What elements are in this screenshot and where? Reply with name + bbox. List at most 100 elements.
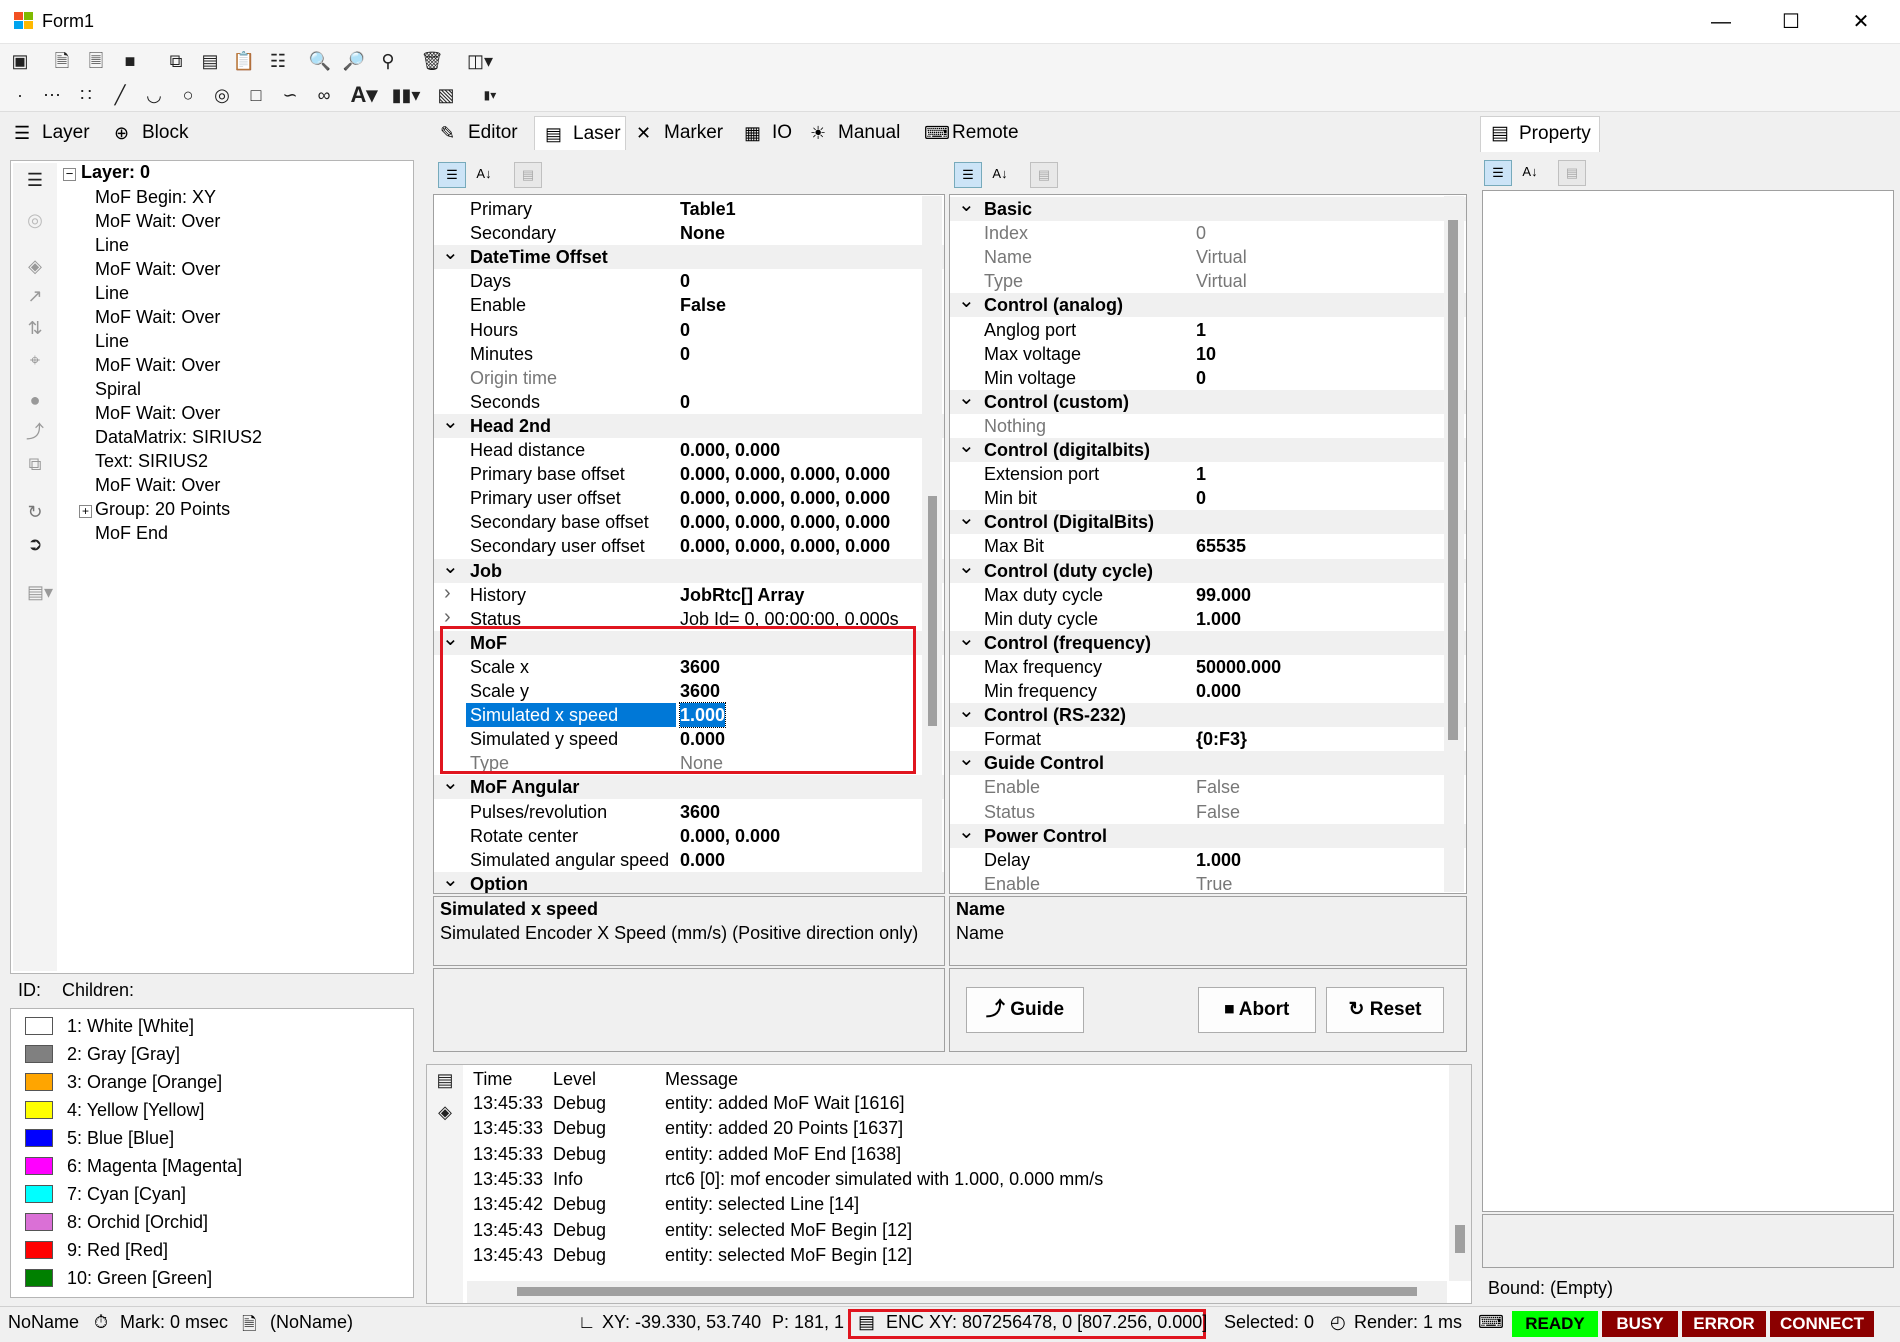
tab-manual[interactable]: ☀ Manual — [800, 116, 914, 150]
save-icon[interactable]: ■ — [118, 50, 142, 72]
tree-node[interactable]: MoF Begin: XY — [95, 187, 216, 208]
tree-node[interactable]: MoF End — [95, 523, 168, 544]
tree-node[interactable]: MoF Wait: Over — [95, 307, 220, 328]
property-row[interactable]: Days 0 — [434, 269, 944, 293]
tree-node[interactable]: MoF Wait: Over — [95, 355, 220, 376]
property-row[interactable]: Secondary None — [434, 221, 944, 245]
log-header-message[interactable]: Message — [665, 1067, 738, 1092]
point-icon[interactable]: · — [8, 84, 32, 106]
property-row[interactable]: Seconds 0 — [434, 390, 944, 414]
text-icon[interactable]: A▾ — [346, 84, 382, 106]
property-row[interactable]: Min bit 0 — [950, 486, 1466, 510]
property-row[interactable]: Type Virtual — [950, 269, 1466, 293]
property-row[interactable]: Max voltage 10 — [950, 342, 1466, 366]
category-row[interactable]: ⌄ Option — [434, 869, 944, 893]
property-row[interactable]: Origin time — [434, 366, 944, 390]
close-button[interactable]: ✕ — [1826, 0, 1896, 44]
category-row[interactable]: ⌄ Power Control — [950, 821, 1466, 848]
property-row[interactable]: Primary user offset 0.000, 0.000, 0.000, … — [434, 486, 944, 510]
log-header-time[interactable]: Time — [473, 1067, 512, 1092]
tab-marker[interactable]: ✕ Marker — [626, 116, 734, 150]
branch-icon[interactable]: ⤴ — [23, 421, 47, 443]
arc-icon[interactable]: ◡ — [142, 84, 166, 106]
alphabetical3-icon[interactable]: A↓ — [1516, 160, 1544, 186]
property-row[interactable]: Head distance 0.000, 0.000 — [434, 438, 944, 462]
explode-icon[interactable]: ⌖ — [23, 349, 47, 371]
tree-node[interactable]: Group: 20 Points — [95, 499, 230, 520]
log-row[interactable]: 13:45:43 Debug entity: selected MoF Begin … — [467, 1243, 1437, 1268]
property-pages3-icon[interactable]: ▤ — [1558, 160, 1586, 186]
tree-node[interactable]: Text: SIRIUS2 — [95, 451, 208, 472]
path-icon[interactable]: ↗ — [23, 285, 47, 307]
line-icon[interactable]: ╱ — [108, 84, 132, 106]
rectangle-icon[interactable]: □ — [244, 84, 268, 106]
categorized2-icon[interactable]: ☰ — [954, 162, 982, 188]
ctrl-icon[interactable]: ▮▾ — [472, 84, 508, 106]
property-row[interactable]: Max Bit 65535 — [950, 534, 1466, 558]
property-pages2-icon[interactable]: ▤ — [1030, 162, 1058, 188]
tree-node[interactable]: DataMatrix: SIRIUS2 — [95, 427, 262, 448]
tab-editor[interactable]: ✎ Editor — [430, 116, 534, 150]
property-value[interactable]: False — [1196, 800, 1240, 824]
ellipse-icon[interactable]: ◎ — [210, 84, 234, 106]
arrow-circle-icon[interactable]: ➲ — [23, 533, 47, 555]
abort-button[interactable]: ⏹ Abort — [1198, 987, 1316, 1033]
tree-node[interactable]: Line — [95, 331, 129, 352]
property-value[interactable]: 1.000 — [1196, 607, 1241, 631]
property-value[interactable]: 0.000 — [680, 848, 725, 872]
property-value[interactable]: 0.000, 0.000, 0.000, 0.000 — [680, 462, 890, 486]
3d-icon[interactable]: ◎ — [23, 209, 47, 231]
category-row[interactable]: ⌄ Control (duty cycle) — [950, 556, 1466, 583]
property-row[interactable]: Anglog port 1 — [950, 318, 1466, 342]
log-vscroll[interactable] — [1449, 1065, 1471, 1281]
property-value[interactable]: 0.000, 0.000, 0.000, 0.000 — [680, 534, 890, 558]
property-row[interactable]: Enable True — [950, 872, 1466, 893]
log-row[interactable]: 13:45:33 Debug entity: added 20 Points [16… — [467, 1116, 1437, 1141]
categorized-icon[interactable]: ☰ — [438, 162, 466, 188]
property-row[interactable]: Hours 0 — [434, 318, 944, 342]
group-icon[interactable]: ⧉ — [23, 453, 47, 475]
property-row[interactable]: Max frequency 50000.000 — [950, 655, 1466, 679]
property-value[interactable]: 10 — [1196, 342, 1216, 366]
property-value[interactable]: Table1 — [680, 197, 736, 221]
log-row[interactable]: 13:45:33 Info rtc6 [0]: mof encoder simula… — [467, 1167, 1437, 1192]
property-row[interactable]: Max duty cycle 99.000 — [950, 583, 1466, 607]
property-row[interactable]: Extension port 1 — [950, 462, 1466, 486]
property-value[interactable]: 50000.000 — [1196, 655, 1281, 679]
spline-icon[interactable]: ∽ — [278, 84, 302, 106]
eraser-icon[interactable]: ◈ — [433, 1101, 457, 1123]
category-row[interactable]: ⌄ Basic — [950, 195, 1466, 221]
property-value[interactable]: 0.000, 0.000 — [680, 824, 780, 848]
property-row[interactable]: Primary base offset 0.000, 0.000, 0.000, … — [434, 462, 944, 486]
image-icon[interactable]: ▧ — [434, 84, 458, 106]
property-value[interactable]: 0 — [1196, 221, 1206, 245]
layers-icon[interactable]: ☰ — [23, 169, 47, 191]
category-row[interactable]: ⌄ Guide Control — [950, 748, 1466, 776]
tree-root[interactable]: Layer: 0 — [81, 162, 150, 183]
tab-io[interactable]: ▦ IO — [734, 116, 800, 150]
copy2-icon[interactable]: ▤ — [198, 50, 222, 72]
guide-button[interactable]: ⤴ Guide — [966, 987, 1084, 1033]
tab-block[interactable]: ⊕ Block — [104, 116, 204, 150]
reset-button[interactable]: ↻ Reset — [1326, 987, 1444, 1033]
property-value[interactable]: True — [1196, 872, 1232, 893]
grid1-scrollbar[interactable] — [922, 196, 942, 892]
property-value[interactable]: JobRtc[] Array — [680, 583, 804, 607]
property-row[interactable]: Secondary user offset 0.000, 0.000, 0.000… — [434, 534, 944, 558]
property-value[interactable]: 1 — [1196, 462, 1206, 486]
property-value[interactable]: 1 — [1196, 318, 1206, 342]
category-row[interactable]: ⌄ Job — [434, 556, 944, 583]
new-file-icon[interactable]: 🗎 — [50, 50, 74, 72]
new-file2-icon[interactable]: 🗏 — [84, 50, 108, 72]
property-row[interactable]: Enable False — [950, 775, 1466, 799]
alphabetical-icon[interactable]: A↓ — [470, 162, 498, 188]
log-list-icon[interactable]: ▤ — [433, 1069, 457, 1091]
sort-icon[interactable]: ⇅ — [23, 317, 47, 339]
property-value[interactable]: 0 — [680, 390, 690, 414]
layout-icon[interactable]: ◫▾ — [462, 50, 498, 72]
property-row[interactable]: Minutes 0 — [434, 342, 944, 366]
category-row[interactable]: ⌄ Control (analog) — [950, 290, 1466, 318]
log-row[interactable]: 13:45:43 Debug entity: selected MoF Begin … — [467, 1218, 1437, 1243]
property-row[interactable]: Index 0 — [950, 221, 1466, 245]
category-row[interactable]: ⌄ Control (digitalbits) — [950, 435, 1466, 462]
